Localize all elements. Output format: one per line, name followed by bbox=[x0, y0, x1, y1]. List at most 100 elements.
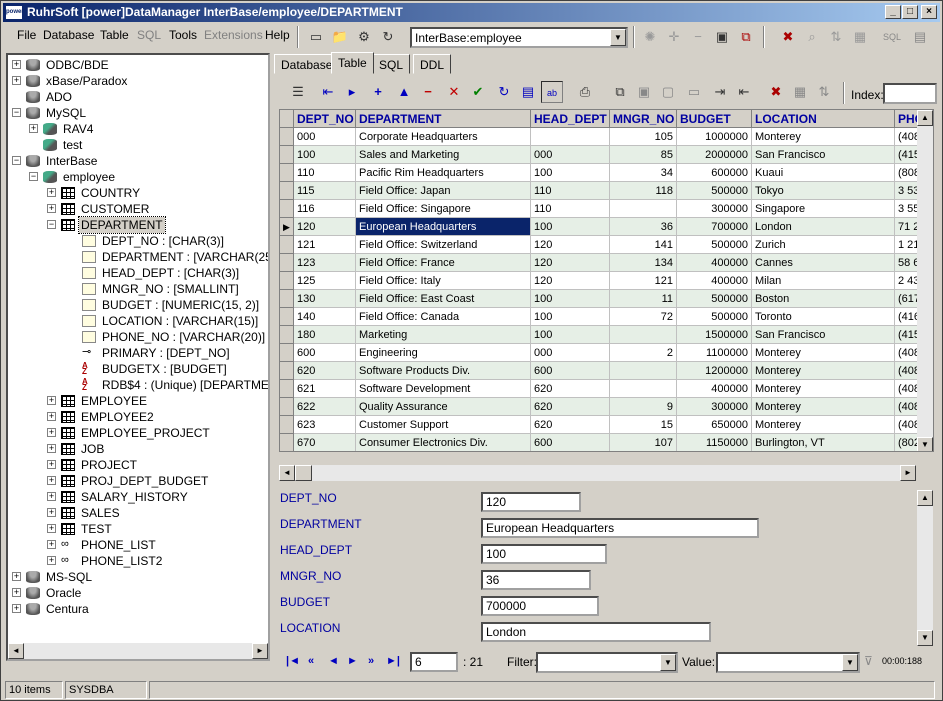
row-indicator[interactable] bbox=[280, 398, 294, 416]
tree-node[interactable]: + JOB bbox=[8, 441, 268, 457]
row-indicator[interactable] bbox=[280, 128, 294, 146]
table-cell[interactable]: Field Office: Japan bbox=[356, 182, 531, 200]
row-indicator[interactable] bbox=[280, 326, 294, 344]
column-header[interactable]: BUDGET bbox=[677, 110, 752, 128]
table-cell[interactable]: 110 bbox=[531, 182, 610, 200]
table-cell[interactable]: 115 bbox=[294, 182, 356, 200]
expand-icon[interactable]: + bbox=[47, 428, 56, 437]
table-cell[interactable]: Kuaui bbox=[752, 164, 895, 182]
form-view-icon[interactable]: ab bbox=[541, 81, 563, 103]
table-row[interactable]: 600 Engineering 000 2 1100000 Monterey (408 bbox=[280, 344, 933, 362]
monitor-icon[interactable]: ▣ bbox=[711, 26, 733, 48]
table-row[interactable]: ▶ 120 European Headquarters 100 36 700000 Lond… bbox=[280, 218, 933, 236]
index-combo[interactable] bbox=[883, 83, 937, 104]
filter-icon[interactable]: ⊽ bbox=[864, 654, 873, 668]
row-indicator[interactable] bbox=[280, 380, 294, 398]
table-cell[interactable]: Monterey bbox=[752, 362, 895, 380]
close-button[interactable]: × bbox=[921, 5, 937, 19]
table-cell[interactable]: 9 bbox=[610, 398, 677, 416]
tree-node[interactable]: + MS-SQL bbox=[8, 569, 268, 585]
table-cell[interactable]: 400000 bbox=[677, 254, 752, 272]
table-row[interactable]: 121 Field Office: Switzerland 120 141 500000… bbox=[280, 236, 933, 254]
form-vertical-scrollbar[interactable]: ▲ ▼ bbox=[917, 490, 933, 646]
collapse-icon[interactable]: − bbox=[29, 172, 38, 181]
tree-node[interactable]: + ∞ PHONE_LIST2 bbox=[8, 553, 268, 569]
scroll-down-icon[interactable]: ▼ bbox=[917, 630, 933, 646]
table-cell[interactable]: Pacific Rim Headquarters bbox=[356, 164, 531, 182]
table-cell[interactable]: 141 bbox=[610, 236, 677, 254]
delete-icon[interactable]: − bbox=[417, 81, 439, 103]
column-header[interactable]: DEPT_NO bbox=[294, 110, 356, 128]
tree-node[interactable]: HEAD_DEPT : [CHAR(3)] bbox=[8, 265, 268, 281]
table-cell[interactable]: Singapore bbox=[752, 200, 895, 218]
table-cell[interactable]: 34 bbox=[610, 164, 677, 182]
table-cell[interactable]: 000 bbox=[531, 146, 610, 164]
table-cell[interactable]: 121 bbox=[610, 272, 677, 290]
open-icon[interactable]: ▭ bbox=[683, 81, 705, 103]
tree-node[interactable]: + RAV4 bbox=[8, 121, 268, 137]
table-row[interactable]: 140 Field Office: Canada 100 72 500000 Toront… bbox=[280, 308, 933, 326]
row-indicator[interactable] bbox=[280, 344, 294, 362]
prior-record-button[interactable]: ◄ bbox=[328, 655, 339, 667]
scroll-right-icon[interactable]: ► bbox=[900, 465, 916, 481]
table-cell[interactable]: 620 bbox=[531, 380, 610, 398]
table-row[interactable]: 130 Field Office: East Coast 100 11 500000 Bo… bbox=[280, 290, 933, 308]
grid-horizontal-scrollbar[interactable]: ◄ ► bbox=[279, 465, 916, 481]
first-record-icon[interactable]: ⇤ bbox=[317, 81, 339, 103]
table-cell[interactable]: Field Office: Italy bbox=[356, 272, 531, 290]
tree-node[interactable]: + EMPLOYEE_PROJECT bbox=[8, 425, 268, 441]
row-indicator[interactable] bbox=[280, 182, 294, 200]
tab-ddl[interactable]: DDL bbox=[413, 54, 452, 74]
calculator-icon[interactable]: ▤ bbox=[517, 81, 539, 103]
first-record-button[interactable]: |◄ bbox=[286, 655, 300, 667]
table-cell[interactable] bbox=[610, 362, 677, 380]
tree-node[interactable]: + EMPLOYEE bbox=[8, 393, 268, 409]
table-cell[interactable]: Corporate Headquarters bbox=[356, 128, 531, 146]
record-number-input[interactable]: 6 bbox=[410, 652, 458, 672]
import-icon[interactable]: ⇥ bbox=[709, 81, 731, 103]
table-cell[interactable]: 620 bbox=[531, 398, 610, 416]
tree-node[interactable]: ⊸ PRIMARY : [DEPT_NO] bbox=[8, 345, 268, 361]
prior-page-button[interactable]: « bbox=[308, 655, 314, 667]
scroll-down-icon[interactable]: ▼ bbox=[917, 437, 933, 451]
minus-icon[interactable]: − bbox=[687, 26, 709, 48]
table-cell[interactable]: Zurich bbox=[752, 236, 895, 254]
table-row[interactable]: 623 Customer Support 620 15 650000 Monterey (4… bbox=[280, 416, 933, 434]
next-page-button[interactable]: » bbox=[368, 655, 374, 667]
export-icon[interactable]: ▤ bbox=[909, 26, 931, 48]
tree-node[interactable]: + COUNTRY bbox=[8, 185, 268, 201]
table-cell[interactable]: Field Office: Switzerland bbox=[356, 236, 531, 254]
copy-icon[interactable]: ⧉ bbox=[609, 81, 631, 103]
table-cell[interactable]: Boston bbox=[752, 290, 895, 308]
tree-node[interactable]: + PROJECT bbox=[8, 457, 268, 473]
table-cell[interactable]: 105 bbox=[610, 128, 677, 146]
post-icon[interactable]: ✔ bbox=[467, 81, 489, 103]
table-cell[interactable]: 118 bbox=[610, 182, 677, 200]
print-icon[interactable]: ⎙ bbox=[574, 81, 596, 103]
table-cell[interactable]: 400000 bbox=[677, 272, 752, 290]
expand-icon[interactable]: + bbox=[47, 556, 56, 565]
expand-icon[interactable]: + bbox=[47, 412, 56, 421]
table-cell[interactable]: Monterey bbox=[752, 128, 895, 146]
tree-node[interactable]: + SALARY_HISTORY bbox=[8, 489, 268, 505]
tree-node[interactable]: A Z RDB$4 : (Unique) [DEPARTMENT] bbox=[8, 377, 268, 393]
table-cell[interactable]: 2000000 bbox=[677, 146, 752, 164]
table-cell[interactable]: Monterey bbox=[752, 398, 895, 416]
table-cell[interactable] bbox=[610, 326, 677, 344]
grid-icon[interactable]: ▦ bbox=[789, 81, 811, 103]
maximize-button[interactable]: □ bbox=[902, 5, 918, 19]
tree-node[interactable]: PHONE_NO : [VARCHAR(20)] bbox=[8, 329, 268, 345]
table-cell[interactable]: Cannes bbox=[752, 254, 895, 272]
table-cell[interactable]: 000 bbox=[531, 344, 610, 362]
form-field-input[interactable]: London bbox=[481, 622, 711, 642]
table-cell[interactable]: Field Office: East Coast bbox=[356, 290, 531, 308]
list-icon[interactable]: ☰ bbox=[287, 81, 309, 103]
table-cell[interactable]: 100 bbox=[531, 308, 610, 326]
table-cell[interactable]: Monterey bbox=[752, 416, 895, 434]
tree-node[interactable]: DEPARTMENT : [VARCHAR(25)] bbox=[8, 249, 268, 265]
refresh-icon[interactable]: ↻ bbox=[377, 26, 399, 48]
next-record-button[interactable]: ► bbox=[347, 655, 358, 667]
table-cell[interactable]: 72 bbox=[610, 308, 677, 326]
tree-node[interactable]: MNGR_NO : [SMALLINT] bbox=[8, 281, 268, 297]
row-indicator[interactable] bbox=[280, 362, 294, 380]
